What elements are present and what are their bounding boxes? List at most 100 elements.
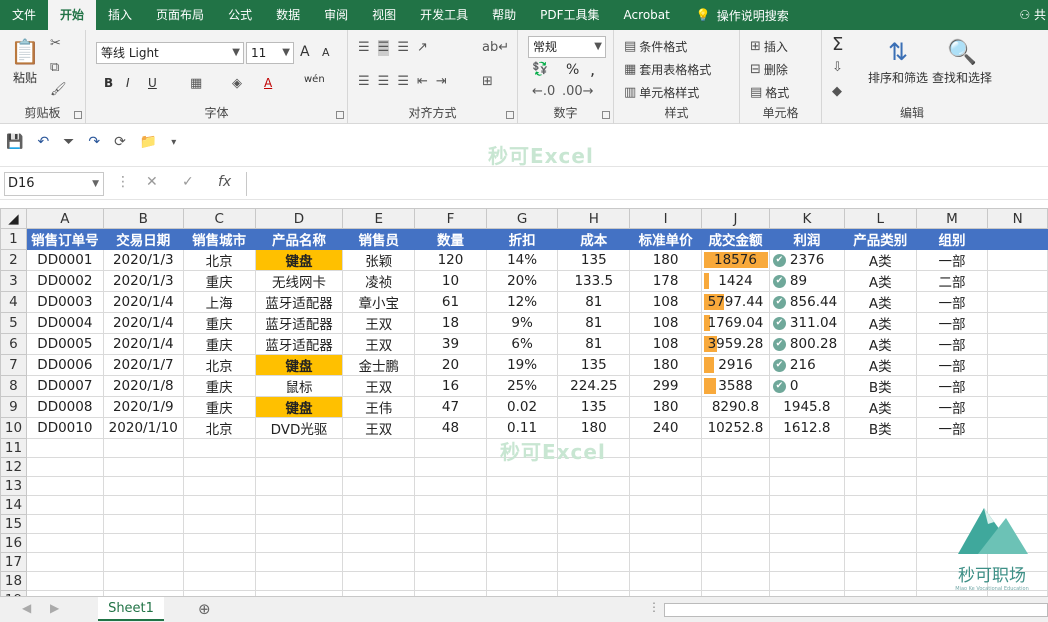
cell[interactable]: 北京 (182, 249, 256, 271)
cell[interactable]: 蓝牙适配器 (254, 312, 344, 334)
column-header[interactable]: N (987, 208, 1048, 229)
cell[interactable]: 2020/1/3 (102, 270, 184, 292)
row-header[interactable]: 16 (0, 533, 27, 553)
cell[interactable]: 3959.28 (701, 333, 770, 355)
cell[interactable]: 48 (414, 417, 487, 439)
cell[interactable] (629, 552, 703, 572)
cell[interactable] (254, 438, 344, 458)
conditional-format-button[interactable]: ▤ 条件格式 (624, 38, 687, 55)
insert-cells-button[interactable]: ⊞ 插入 (750, 38, 788, 55)
row-header[interactable]: 7 (0, 354, 27, 376)
merge-button[interactable]: ⊞ (482, 74, 493, 90)
cell[interactable]: DVD光驱 (254, 417, 344, 439)
cell[interactable] (768, 457, 845, 477)
cell[interactable] (342, 476, 416, 496)
row-header[interactable]: 18 (0, 571, 27, 591)
column-header[interactable]: F (414, 208, 487, 229)
cell[interactable] (843, 476, 917, 496)
cell[interactable] (414, 495, 487, 515)
cell[interactable]: 王伟 (342, 396, 416, 418)
column-header[interactable]: H (557, 208, 631, 229)
cell[interactable] (987, 333, 1048, 355)
font-launcher[interactable] (336, 111, 344, 119)
cell[interactable]: DD0006 (25, 354, 104, 376)
cell[interactable] (342, 438, 416, 458)
cell[interactable]: A类 (843, 354, 917, 376)
cell[interactable] (843, 533, 917, 553)
cell[interactable]: 10252.8 (701, 417, 770, 439)
row-header[interactable]: 9 (0, 396, 27, 418)
cell[interactable]: 19% (485, 354, 559, 376)
column-header[interactable]: G (485, 208, 559, 229)
wrap-text-button[interactable]: ab↵ (482, 40, 509, 56)
row-header[interactable]: 17 (0, 552, 27, 572)
cell[interactable]: 重庆 (182, 375, 256, 397)
cell[interactable] (414, 438, 487, 458)
tab-8[interactable]: 开发工具 (408, 0, 480, 30)
cell[interactable] (254, 495, 344, 515)
cell[interactable] (25, 552, 104, 572)
cell[interactable] (342, 571, 416, 591)
cell[interactable]: A类 (843, 291, 917, 313)
cell[interactable]: 9% (485, 312, 559, 334)
insert-function-icon[interactable]: fx (218, 174, 231, 190)
cell[interactable] (768, 438, 845, 458)
cell[interactable]: 18576 (701, 249, 770, 271)
percent-button[interactable]: % (566, 62, 579, 78)
cell[interactable]: 数量 (414, 228, 487, 250)
cell[interactable] (915, 438, 989, 458)
cell[interactable] (557, 533, 631, 553)
cell[interactable] (25, 533, 104, 553)
shrink-font-button[interactable]: A (322, 46, 330, 59)
cell[interactable] (768, 495, 845, 515)
row-header[interactable]: 14 (0, 495, 27, 515)
cell[interactable] (629, 457, 703, 477)
cell[interactable]: 鼠标 (254, 375, 344, 397)
cell[interactable] (485, 533, 559, 553)
share-button[interactable]: ⚇ 共 (1019, 0, 1048, 30)
cell[interactable]: 3588 (701, 375, 770, 397)
cell[interactable]: 10 (414, 270, 487, 292)
cell[interactable] (414, 552, 487, 572)
cell[interactable]: 39 (414, 333, 487, 355)
italic-button[interactable]: I (126, 76, 130, 90)
cell[interactable] (182, 457, 256, 477)
cell[interactable] (557, 571, 631, 591)
cell[interactable]: 2020/1/3 (102, 249, 184, 271)
cell[interactable] (485, 552, 559, 572)
cell[interactable]: B类 (843, 417, 917, 439)
cell[interactable] (342, 514, 416, 534)
cancel-icon[interactable]: ✕ (146, 174, 158, 190)
cell[interactable]: 王双 (342, 333, 416, 355)
cell[interactable]: 8290.8 (701, 396, 770, 418)
cell[interactable]: 凌祯 (342, 270, 416, 292)
font-name-dropdown[interactable]: 等线 Light ▼ (96, 42, 244, 64)
cell[interactable] (701, 495, 770, 515)
cell[interactable]: 键盘 (254, 249, 344, 271)
number-launcher[interactable] (602, 111, 610, 119)
paste-button[interactable]: 📋 粘贴 (10, 38, 40, 86)
cell[interactable] (915, 476, 989, 496)
save-icon[interactable]: 💾 (6, 134, 23, 150)
cell[interactable] (182, 552, 256, 572)
cell-table[interactable]: ◢ A B C D E F G H I J K L M N 1 销售订单号 交易日期 销售城市 产品名称 销售员 数量折… (0, 208, 1048, 610)
cell[interactable]: 二部 (915, 270, 989, 292)
cell[interactable]: 180 (629, 354, 703, 376)
cell[interactable]: 键盘 (254, 396, 344, 418)
cell[interactable] (843, 495, 917, 515)
cell[interactable] (485, 571, 559, 591)
cell[interactable] (768, 514, 845, 534)
cell[interactable]: 2020/1/4 (102, 333, 184, 355)
cell[interactable] (987, 396, 1048, 418)
cell[interactable] (414, 476, 487, 496)
cell[interactable]: 一部 (915, 312, 989, 334)
column-header[interactable]: J (701, 208, 770, 229)
cell[interactable] (629, 438, 703, 458)
cell[interactable] (701, 571, 770, 591)
cell[interactable]: 2020/1/7 (102, 354, 184, 376)
cell[interactable]: DD0004 (25, 312, 104, 334)
underline-button[interactable]: U (148, 76, 157, 90)
cell[interactable] (701, 438, 770, 458)
cell[interactable]: 蓝牙适配器 (254, 333, 344, 355)
cell[interactable]: 一部 (915, 291, 989, 313)
